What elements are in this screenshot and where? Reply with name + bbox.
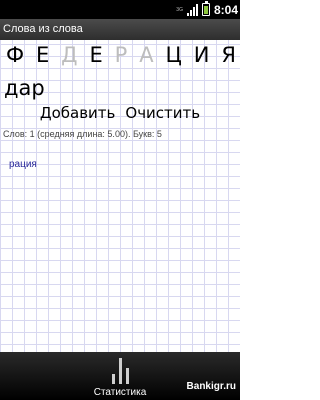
network-type-indicator: 3G bbox=[176, 6, 183, 13]
letter-tile[interactable]: Е bbox=[89, 42, 102, 68]
add-word-button[interactable]: Добавить bbox=[40, 104, 116, 122]
game-board: ФЕДЕРАЦИЯ дар Добавить Очистить Слов: 1 … bbox=[0, 40, 240, 352]
app-title: Слова из слова bbox=[3, 23, 83, 35]
letter-tile[interactable]: Р bbox=[115, 42, 128, 68]
status-bar: 3G 8:04 bbox=[0, 0, 240, 19]
letter-tile[interactable]: Е bbox=[36, 42, 49, 68]
statistics-label: Статистика bbox=[93, 387, 147, 398]
status-icons: 3G 8:04 bbox=[176, 0, 238, 19]
current-word: дар bbox=[4, 76, 45, 100]
letter-tile[interactable]: А bbox=[139, 42, 153, 68]
letter-tile[interactable]: Ф bbox=[6, 42, 24, 68]
source-word-letters: ФЕДЕРАЦИЯ bbox=[6, 42, 236, 68]
battery-icon bbox=[201, 1, 210, 16]
action-row: Добавить Очистить bbox=[0, 104, 240, 122]
clear-word-button[interactable]: Очистить bbox=[125, 104, 200, 122]
watermark: Bankigr.ru bbox=[186, 381, 236, 392]
clock: 8:04 bbox=[213, 2, 238, 17]
letter-tile[interactable]: Ц bbox=[166, 42, 182, 68]
letter-tile[interactable]: И bbox=[194, 42, 210, 68]
found-words-list: рация bbox=[9, 159, 37, 170]
bottom-bar: Статистика Bankigr.ru bbox=[0, 352, 240, 400]
word-stats: Слов: 1 (средняя длина: 5.00). Букв: 5 bbox=[3, 129, 162, 139]
letter-tile[interactable]: Д bbox=[61, 42, 77, 68]
found-word-item: рация bbox=[9, 159, 37, 170]
app-title-bar: Слова из слова bbox=[0, 19, 240, 40]
signal-icon bbox=[186, 3, 198, 16]
statistics-button[interactable]: Статистика bbox=[84, 354, 156, 398]
bar-chart-icon bbox=[111, 356, 129, 384]
letter-tile[interactable]: Я bbox=[221, 42, 236, 68]
